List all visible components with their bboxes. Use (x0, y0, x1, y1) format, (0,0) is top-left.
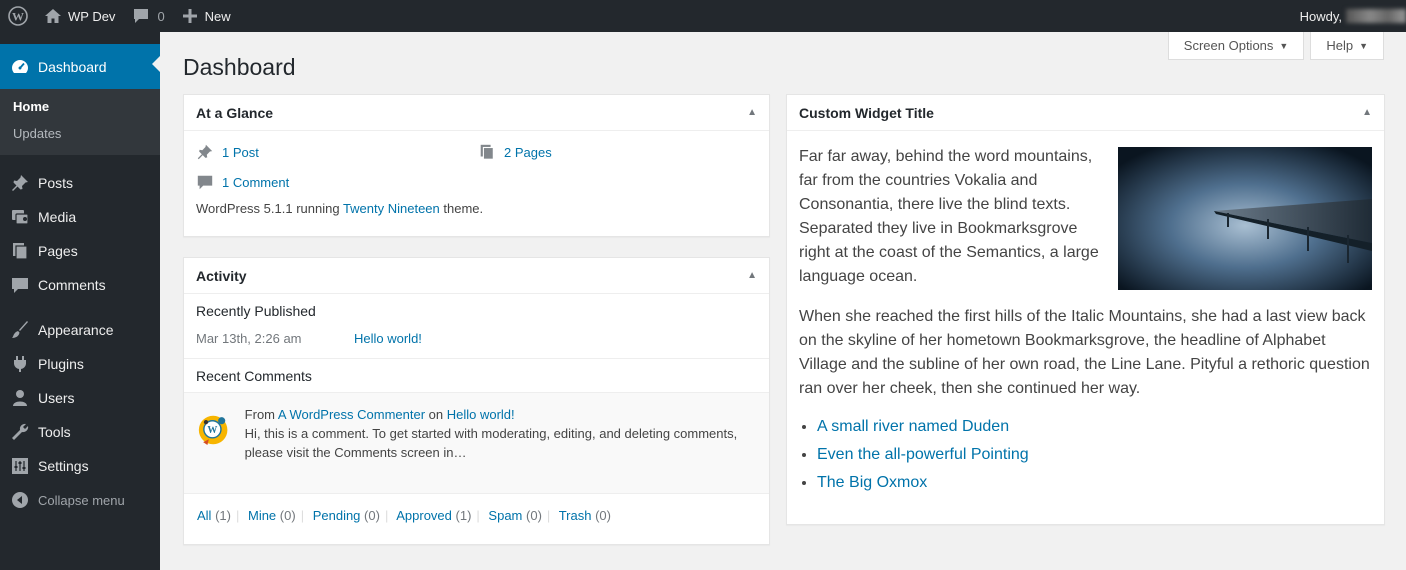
recently-published-heading: Recently Published (196, 303, 316, 319)
comment-filters: All (1) | Mine (0) | Pending (0) | Approved… (197, 508, 611, 523)
menu-item-plugins[interactable]: Plugins (0, 347, 160, 381)
theme-link[interactable]: Twenty Nineteen (343, 201, 440, 216)
submenu-item-updates[interactable]: Updates (0, 120, 160, 147)
submenu-item-home[interactable]: Home (0, 93, 160, 120)
version-info: WordPress 5.1.1 running Twenty Nineteen … (196, 201, 484, 216)
glance-posts[interactable]: 1 Post (196, 143, 259, 161)
comment-author-link[interactable]: A WordPress Commenter (278, 407, 425, 422)
glance-comments[interactable]: 1 Comment (196, 173, 289, 191)
dashboard-submenu: Home Updates (0, 89, 160, 155)
pages-icon (480, 144, 494, 160)
menu-label-dashboard: Dashboard (38, 58, 107, 75)
filter-mine[interactable]: Mine (248, 508, 276, 523)
glance-pages[interactable]: 2 Pages (478, 143, 552, 161)
widget-header[interactable]: At a Glance ▲ (184, 95, 769, 131)
comment-icon (197, 175, 213, 190)
blurred-username (1346, 9, 1406, 23)
comment-item: W From A WordPress Commenter on Hello wo… (184, 392, 769, 494)
recent-comments-heading: Recent Comments (196, 368, 312, 384)
site-name-link[interactable]: WP Dev (36, 0, 123, 32)
comment-post-link[interactable]: Hello world! (447, 407, 515, 422)
new-label: New (204, 8, 231, 24)
filter-all[interactable]: All (197, 508, 211, 523)
settings-icon (12, 458, 28, 474)
widget-paragraph-2: When she reached the first hills of the … (799, 308, 1370, 397)
filter-trash[interactable]: Trash (559, 508, 592, 523)
svg-text:W: W (12, 10, 24, 24)
help-button[interactable]: Help ▼ (1310, 32, 1384, 60)
comments-count-link[interactable]: 0 (123, 0, 174, 32)
collapse-menu-button[interactable]: Collapse menu (0, 483, 160, 517)
users-icon (13, 390, 27, 406)
admin-sidebar: Dashboard Home Updates Posts Media Pages… (0, 32, 160, 570)
at-a-glance-widget: At a Glance ▲ 1 Post 2 Pages 1 Comment W… (183, 94, 770, 237)
menu-item-dashboard[interactable]: Dashboard (0, 44, 160, 89)
site-name: WP Dev (68, 8, 116, 24)
custom-widget: Custom Widget Title ▲ Far far away, behi… (786, 94, 1385, 525)
published-row: Mar 13th, 2:26 am Hello world! (196, 331, 422, 346)
svg-text:W: W (207, 425, 217, 436)
menu-item-settings[interactable]: Settings (0, 449, 160, 483)
caret-down-icon: ▼ (1279, 40, 1289, 51)
menu-item-pages[interactable]: Pages (0, 234, 160, 268)
pin-icon (197, 144, 213, 160)
brush-icon (12, 321, 28, 338)
collapse-toggle-icon[interactable]: ▲ (747, 107, 757, 118)
comment-count: 0 (157, 8, 165, 24)
screen-meta-links: Screen Options ▼ Help ▼ (1167, 32, 1384, 60)
menu-item-comments[interactable]: Comments (0, 268, 160, 302)
screen-options-button[interactable]: Screen Options ▼ (1167, 32, 1305, 60)
list-item: The Big Oxmox (817, 471, 1372, 495)
page-title: Dashboard (183, 54, 296, 80)
comment-icon (134, 9, 149, 23)
dashboard-icon (12, 59, 28, 73)
home-icon (45, 9, 61, 23)
menu-item-posts[interactable]: Posts (0, 166, 160, 200)
filter-spam[interactable]: Spam (488, 508, 522, 523)
list-item: Even the all-powerful Pointing (817, 443, 1372, 467)
widget-paragraph-1: Far far away, behind the word mountains,… (799, 148, 1099, 285)
comment-excerpt: Hi, this is a comment. To get started wi… (244, 426, 738, 460)
media-icon (12, 210, 29, 225)
plugin-icon (14, 356, 26, 372)
widget-header[interactable]: Custom Widget Title ▲ (787, 95, 1384, 131)
collapse-toggle-icon[interactable]: ▲ (747, 270, 757, 281)
plus-icon (182, 9, 197, 23)
collapse-toggle-icon[interactable]: ▲ (1362, 107, 1372, 118)
pages-icon (13, 243, 28, 260)
filter-approved[interactable]: Approved (396, 508, 452, 523)
collapse-icon (12, 492, 28, 508)
menu-item-users[interactable]: Users (0, 381, 160, 415)
pin-icon (12, 175, 28, 191)
list-item: A small river named Duden (817, 415, 1372, 439)
activity-widget: Activity ▲ Recently Published Mar 13th, … (183, 257, 770, 545)
comment-icon (12, 278, 28, 293)
avatar: W (198, 415, 228, 445)
caret-down-icon: ▼ (1359, 40, 1368, 51)
published-post-link[interactable]: Hello world! (354, 331, 422, 346)
main-content: Screen Options ▼ Help ▼ Dashboard At a Gla… (160, 32, 1406, 570)
new-content-link[interactable]: New (175, 0, 239, 32)
admin-bar: W WP Dev 0 New Howdy, (0, 0, 1406, 32)
widget-link-list: A small river named Duden Even the all-p… (799, 415, 1372, 495)
my-account[interactable]: Howdy, (1300, 0, 1406, 32)
filter-pending[interactable]: Pending (313, 508, 361, 523)
pier-image (1118, 147, 1372, 290)
menu-item-media[interactable]: Media (0, 200, 160, 234)
wordpress-logo-icon[interactable]: W (0, 0, 36, 32)
widget-header[interactable]: Activity ▲ (184, 258, 769, 294)
menu-item-tools[interactable]: Tools (0, 415, 160, 449)
wrench-icon (12, 423, 29, 440)
menu-item-appearance[interactable]: Appearance (0, 313, 160, 347)
howdy-text: Howdy, (1299, 8, 1342, 24)
